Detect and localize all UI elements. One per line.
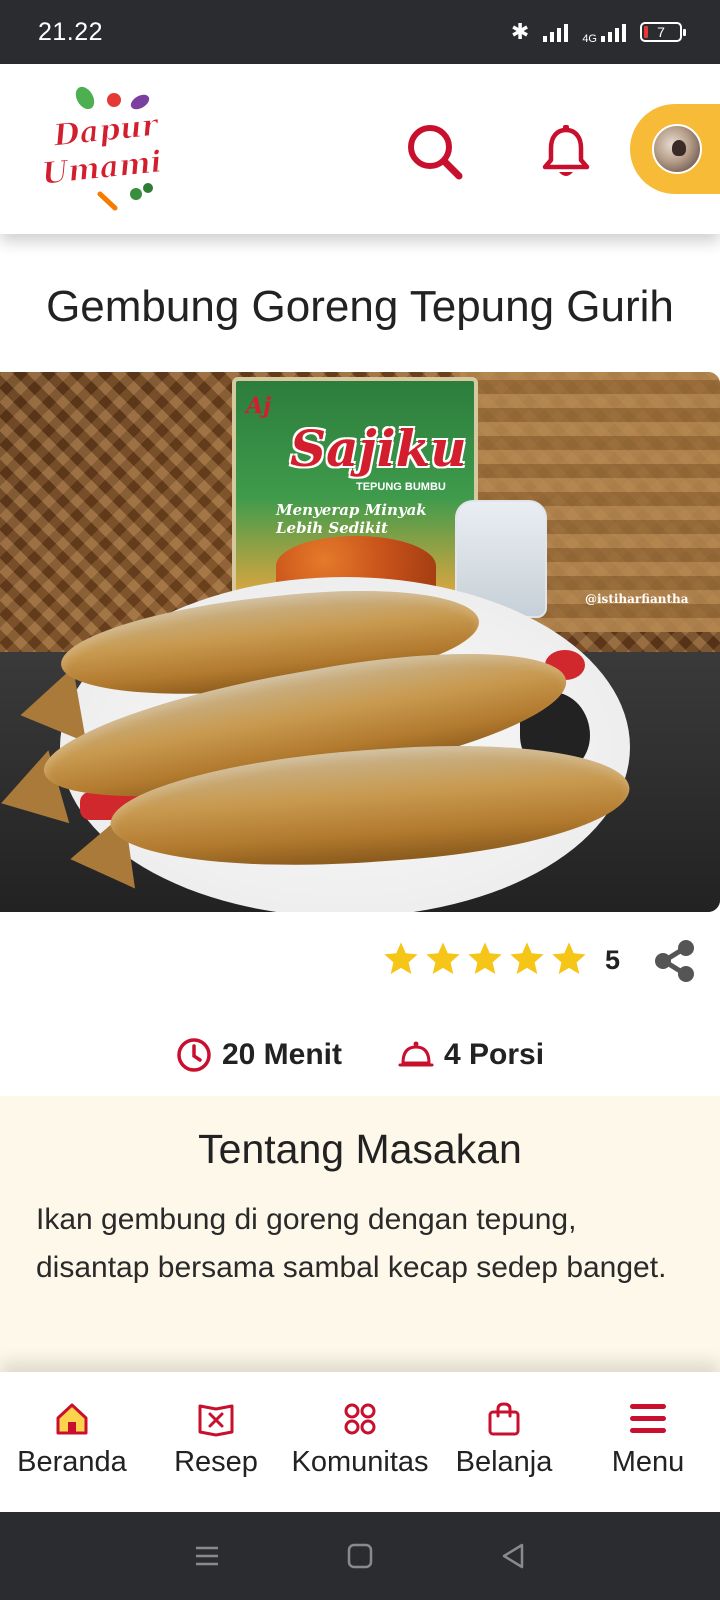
- star-icon: [468, 942, 502, 975]
- packet-maker: Aj: [246, 393, 272, 419]
- star-rating: [382, 940, 588, 978]
- cooking-time: 20 Menit: [176, 1030, 342, 1080]
- share-icon[interactable]: [652, 938, 698, 984]
- star-icon: [552, 942, 586, 975]
- bell-icon[interactable]: [540, 124, 592, 180]
- nav-label: Komunitas: [291, 1446, 429, 1478]
- star-icon: [426, 942, 460, 975]
- bluetooth-icon: ✱: [510, 19, 530, 44]
- rating-value: 5: [605, 945, 621, 975]
- seasoning-packet: Aj Sajiku TEPUNG BUMBU Menyerap Minyak L…: [232, 377, 478, 597]
- rating-row: 5: [0, 930, 720, 994]
- community-grid-icon: [344, 1403, 376, 1435]
- nav-item-resep[interactable]: Resep: [146, 1400, 286, 1479]
- recipe-photo: Aj Sajiku TEPUNG BUMBU Menyerap Minyak L…: [0, 372, 720, 912]
- nav-item-menu[interactable]: Menu: [578, 1400, 718, 1479]
- shopping-bag-icon: [488, 1402, 520, 1436]
- network-type: 4G: [582, 33, 597, 45]
- nav-label: Menu: [611, 1446, 685, 1478]
- status-time: 21.22: [38, 17, 104, 46]
- recipe-title: Gembung Goreng Tepung Gurih: [46, 282, 674, 331]
- back-icon[interactable]: [498, 1541, 528, 1571]
- star-icon: [384, 942, 418, 975]
- packet-tagline: Menyerap Minyak Lebih Sedikit: [276, 501, 427, 537]
- recipe-book-icon: [198, 1404, 234, 1437]
- bottom-navigation: Beranda Resep Komunitas Belanja Menu: [0, 1372, 720, 1512]
- clock-icon: [177, 1038, 211, 1072]
- avatar: [652, 124, 702, 174]
- battery-icon: 7: [640, 22, 686, 42]
- nav-label: Resep: [174, 1446, 258, 1478]
- home-button-icon[interactable]: [345, 1541, 375, 1571]
- system-navigation-bar: [0, 1512, 720, 1600]
- status-bar: 21.22 ✱ 4G 7: [0, 0, 720, 64]
- dapur-umami-logo[interactable]: Dapur Umami: [40, 86, 170, 212]
- about-title: Tentang Masakan: [198, 1126, 522, 1172]
- portions: 4 Porsi: [398, 1030, 544, 1080]
- star-icon: [510, 942, 544, 975]
- recipe-meta: 20 Menit 4 Porsi: [0, 1030, 720, 1080]
- portions-value: 4 Porsi: [443, 1038, 545, 1071]
- nav-item-beranda[interactable]: Beranda: [2, 1400, 142, 1479]
- signal-icon: [543, 22, 569, 42]
- packet-subtitle: TEPUNG BUMBU: [356, 481, 446, 493]
- battery-level: 7: [657, 24, 665, 40]
- nav-item-komunitas[interactable]: Komunitas: [290, 1400, 430, 1479]
- recent-apps-icon[interactable]: [192, 1541, 222, 1571]
- about-text: Ikan gembung di goreng dengan tepung, di…: [36, 1203, 667, 1284]
- photo-watermark: @istiharfiantha: [585, 592, 689, 606]
- packet-brand: Sajiku: [290, 419, 467, 478]
- nav-label: Belanja: [455, 1446, 553, 1478]
- home-icon: [56, 1403, 88, 1435]
- hamburger-menu-icon: [630, 1404, 666, 1433]
- signal-icon-2: [601, 22, 626, 42]
- nav-label: Beranda: [17, 1446, 127, 1478]
- about-section: Tentang Masakan Ikan gembung di goreng d…: [0, 1096, 720, 1376]
- status-icons: ✱ 4G 7: [510, 19, 686, 45]
- search-icon[interactable]: [405, 122, 465, 182]
- nav-item-belanja[interactable]: Belanja: [434, 1400, 574, 1479]
- app-header: Dapur Umami: [0, 64, 720, 234]
- serving-dish-icon: [398, 1041, 434, 1067]
- profile-button[interactable]: [630, 104, 720, 194]
- cooking-time-value: 20 Menit: [221, 1038, 342, 1071]
